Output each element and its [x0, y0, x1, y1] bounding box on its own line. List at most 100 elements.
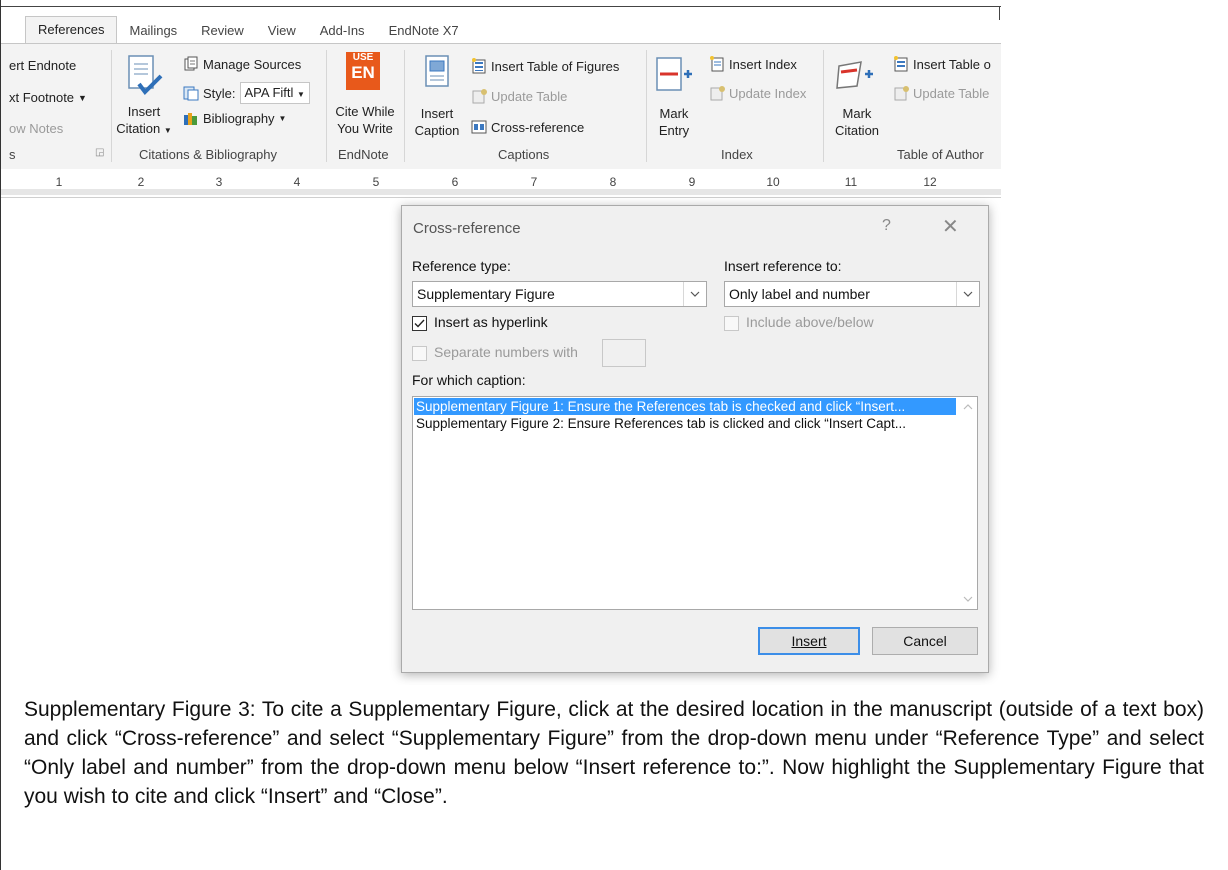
tab-view[interactable]: View [256, 18, 308, 44]
caption-left-border [0, 685, 1, 870]
word-screenshot: References Mailings Review View Add-Ins … [0, 0, 1001, 685]
endnote-logo-icon: USE EN [346, 52, 380, 90]
insert-as-hyperlink-checkbox[interactable] [412, 316, 427, 331]
group-separator [646, 50, 647, 162]
separate-numbers-label: Separate numbers with [434, 344, 578, 360]
insert-reference-to-value: Only label and number [729, 286, 870, 302]
mark-entry-button[interactable]: Mark Entry [649, 52, 699, 142]
captions-group-label: Captions [498, 147, 550, 162]
scroll-down-icon[interactable] [962, 593, 974, 605]
show-notes-button[interactable]: ow Notes [9, 121, 63, 136]
style-selector[interactable]: Style: APA Fiftl ▼ [183, 82, 310, 104]
scrollbar[interactable] [960, 397, 977, 609]
reference-type-label-text: Reference type: [412, 258, 511, 274]
insert-endnote-button[interactable]: ert Endnote [9, 58, 76, 73]
frame-top-line [1, 6, 1001, 7]
cross-reference-label: Cross-reference [491, 119, 585, 135]
update-toa-button[interactable]: Update Table [893, 85, 989, 101]
manage-sources-button[interactable]: Manage Sources [183, 56, 301, 72]
list-item[interactable]: Supplementary Figure 2: Ensure Reference… [414, 415, 956, 432]
insert-as-hyperlink-label: Insert as hyperlink [434, 314, 548, 330]
include-above-below-label: Include above/below [746, 314, 874, 330]
style-value: APA Fiftl [244, 85, 294, 100]
ruler-number: 2 [137, 175, 145, 189]
checkmark-icon [414, 319, 425, 328]
mark-entry-label-2: Entry [658, 123, 690, 138]
help-icon[interactable]: ? [882, 217, 891, 235]
update-table-button[interactable]: Update Table [471, 88, 567, 104]
reference-type-dropdown[interactable]: Supplementary Figure [412, 281, 707, 307]
insert-index-label: Insert Index [729, 56, 797, 72]
dialog-launcher-icon[interactable]: ◲ [95, 147, 104, 158]
chevron-down-icon: ▼ [297, 90, 305, 99]
style-dropdown[interactable]: APA Fiftl ▼ [239, 82, 310, 104]
insert-caption-label-1: Insert [420, 106, 454, 121]
tab-add-ins[interactable]: Add-Ins [308, 18, 377, 44]
chevron-down-icon: ▼ [163, 126, 172, 135]
endnote-group-label: EndNote [338, 147, 389, 162]
citations-group-label: Citations & Bibliography [139, 147, 278, 162]
ruler-number: 4 [293, 175, 301, 189]
toa-group-label: Table of Author [897, 147, 984, 162]
bibliography-button[interactable]: Bibliography ▼ [183, 110, 286, 126]
show-notes-label: ow Notes [9, 121, 64, 136]
insert-button[interactable]: Insert [758, 627, 860, 655]
cancel-button-label: Cancel [903, 633, 947, 649]
caption-list[interactable]: Supplementary Figure 1: Ensure the Refer… [412, 396, 978, 610]
group-separator [326, 50, 327, 162]
cross-reference-button[interactable]: Cross-reference [471, 119, 584, 135]
close-icon[interactable]: ✕ [942, 214, 959, 239]
include-above-below-checkbox[interactable] [724, 316, 739, 331]
update-index-button[interactable]: Update Index [709, 85, 806, 101]
tab-mailings[interactable]: Mailings [117, 18, 189, 44]
ruler-number: 7 [530, 175, 538, 189]
group-separator [111, 50, 112, 162]
group-separator [404, 50, 405, 162]
reference-type-label: Reference type: [412, 258, 511, 274]
ribbon-tabs: References Mailings Review View Add-Ins … [1, 14, 1001, 44]
insert-endnote-label: ert Endnote [9, 58, 77, 73]
insert-caption-icon [425, 55, 449, 87]
tab-references[interactable]: References [25, 16, 118, 44]
update-toa-label: Update Table [913, 85, 990, 101]
insert-table-of-authorities-icon [894, 56, 908, 72]
separator-input[interactable] [602, 339, 646, 367]
cancel-button[interactable]: Cancel [872, 627, 978, 655]
insert-citation-button[interactable]: Insert Citation ▼ [116, 52, 172, 142]
insert-index-icon [710, 56, 724, 72]
footnotes-group-label: s [9, 147, 16, 162]
insert-caption-button[interactable]: Insert Caption [409, 52, 465, 142]
table-of-figures-icon [472, 58, 486, 74]
horizontal-ruler[interactable]: 1 2 3 4 5 6 7 8 9 10 11 12 [1, 169, 1001, 198]
tab-review[interactable]: Review [189, 18, 256, 44]
mark-citation-button[interactable]: Mark Citation [829, 52, 885, 142]
manage-sources-icon [184, 56, 198, 71]
insert-citation-label-2: Citation ▼ [111, 121, 177, 139]
chevron-down-icon [956, 282, 979, 306]
tab-endnote[interactable]: EndNote X7 [377, 18, 471, 44]
mark-citation-icon [836, 61, 873, 89]
scroll-up-icon[interactable] [962, 401, 974, 413]
separate-numbers-checkbox[interactable] [412, 346, 427, 361]
insert-table-of-figures-label: Insert Table of Figures [491, 58, 620, 74]
manage-sources-label: Manage Sources [203, 56, 302, 72]
endnote-logo-bottom: EN [351, 63, 375, 82]
insert-index-button[interactable]: Insert Index [709, 56, 797, 72]
mark-citation-label-2: Citation [834, 123, 880, 138]
next-footnote-button[interactable]: xt Footnote ▼ [9, 90, 87, 105]
ruler-track [1, 189, 1001, 195]
insert-citation-label-2-text: Citation [116, 121, 161, 136]
list-item[interactable]: Supplementary Figure 1: Ensure the Refer… [414, 398, 956, 415]
insert-reference-to-dropdown[interactable]: Only label and number [724, 281, 980, 307]
insert-table-of-authorities-button[interactable]: Insert Table o [893, 56, 991, 72]
update-index-icon [710, 86, 725, 101]
ruler-number: 10 [766, 175, 780, 189]
ruler-number: 6 [451, 175, 459, 189]
insert-reference-to-label-text: Insert reference to: [724, 258, 842, 274]
bibliography-icon [184, 113, 197, 125]
insert-table-of-figures-button[interactable]: Insert Table of Figures [471, 58, 619, 74]
cite-while-you-write-button[interactable]: USE EN Cite While You Write [329, 50, 401, 142]
update-table-label: Update Table [491, 88, 568, 104]
insert-citation-icon [128, 55, 163, 96]
cross-reference-icon [471, 120, 487, 134]
